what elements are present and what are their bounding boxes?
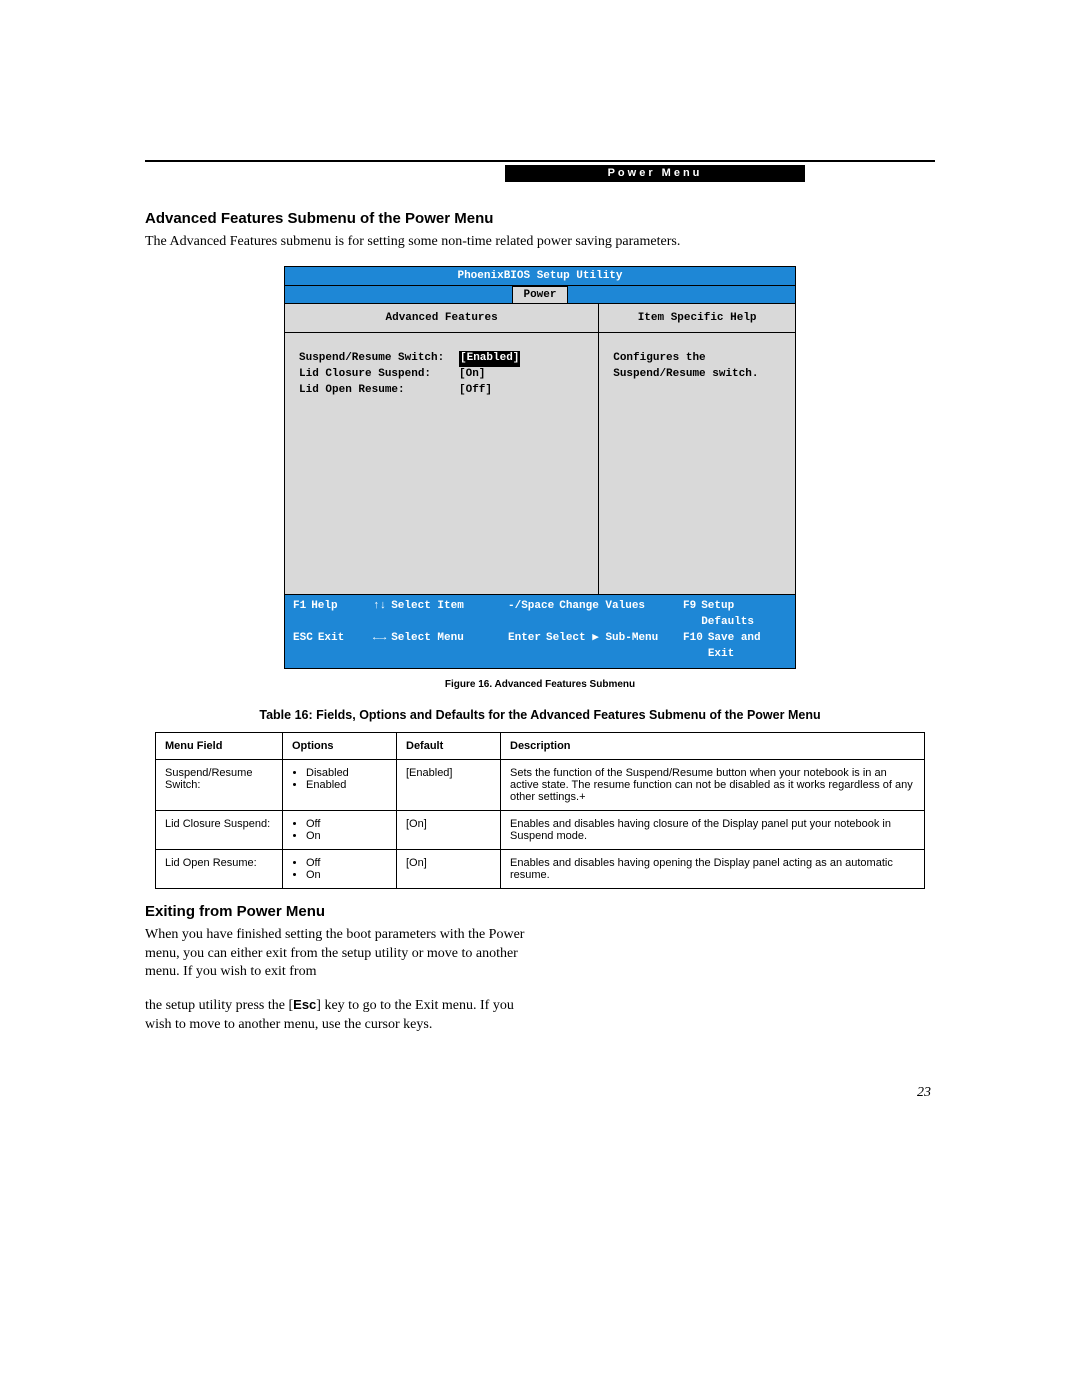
option-item: Enabled: [306, 779, 387, 791]
spec-table: Menu Field Options Default Description S…: [155, 732, 925, 889]
bios-help-text: Configures the Suspend/Resume switch.: [599, 333, 795, 594]
cell-field: Suspend/Resume Switch:: [156, 759, 283, 810]
table-caption: Table 16: Fields, Options and Defaults f…: [145, 708, 935, 722]
key-label: F1: [293, 599, 306, 631]
key-label: -/Space: [508, 599, 554, 631]
key-label: ←→: [373, 631, 386, 663]
exit-paragraph-1: When you have finished setting the boot …: [145, 926, 535, 983]
bios-left-pane: Advanced Features Suspend/Resume Switch:…: [285, 304, 599, 594]
cell-default: [On]: [397, 849, 501, 888]
table-row: Lid Open Resume: Off On [On] Enables and…: [156, 849, 925, 888]
option-item: On: [306, 869, 387, 881]
exit-paragraph-2: the setup utility press the [Esc] key to…: [145, 996, 535, 1035]
option-item: Off: [306, 818, 387, 830]
section-paragraph: The Advanced Features submenu is for set…: [145, 233, 935, 252]
help-line: Configures the: [613, 351, 781, 367]
bios-main: Advanced Features Suspend/Resume Switch:…: [285, 304, 795, 594]
cell-description: Enables and disables having opening the …: [501, 849, 925, 888]
section-header-bar: Power Menu: [505, 165, 805, 182]
bios-row-value: [On]: [459, 367, 485, 383]
cell-description: Enables and disables having closure of t…: [501, 810, 925, 849]
key-label: ↑↓: [373, 599, 386, 631]
bios-tab-power: Power: [512, 286, 567, 303]
key-label: F10: [683, 631, 703, 663]
exit-p2-a: the setup utility press the [: [145, 998, 293, 1013]
key-action: Select Item: [391, 599, 464, 631]
th-field: Menu Field: [156, 732, 283, 759]
page: Power Menu Advanced Features Submenu of …: [145, 160, 935, 1101]
figure-caption: Figure 16. Advanced Features Submenu: [145, 679, 935, 690]
bios-footer-row: F1Help ↑↓Select Item -/SpaceChange Value…: [293, 599, 787, 631]
page-number: 23: [145, 1085, 935, 1101]
option-item: Off: [306, 857, 387, 869]
table-row: Lid Closure Suspend: Off On [On] Enables…: [156, 810, 925, 849]
key-action: Exit: [318, 631, 344, 663]
key-action: Select Menu: [391, 631, 464, 663]
bios-tabs: Power: [285, 286, 795, 304]
th-options: Options: [283, 732, 397, 759]
top-rule: [145, 160, 935, 162]
bios-row-label: Suspend/Resume Switch:: [299, 351, 459, 367]
cell-options: Off On: [283, 810, 397, 849]
help-line: Suspend/Resume switch.: [613, 367, 781, 383]
key-action: Save and Exit: [708, 631, 787, 663]
bios-footer-row: ESCExit ←→Select Menu EnterSelect ▶ Sub-…: [293, 631, 787, 663]
cell-default: [Enabled]: [397, 759, 501, 810]
table-header-row: Menu Field Options Default Description: [156, 732, 925, 759]
cell-options: Off On: [283, 849, 397, 888]
key-action: Change Values: [559, 599, 645, 631]
section-heading: Advanced Features Submenu of the Power M…: [145, 210, 935, 227]
bios-left-header: Advanced Features: [285, 304, 598, 333]
bios-screenshot: PhoenixBIOS Setup Utility Power Advanced…: [284, 266, 796, 669]
cell-field: Lid Open Resume:: [156, 849, 283, 888]
bios-right-header: Item Specific Help: [599, 304, 795, 333]
bios-title: PhoenixBIOS Setup Utility: [285, 267, 795, 286]
key-label: Enter: [508, 631, 541, 663]
bios-row: Lid Open Resume: [Off]: [299, 383, 584, 399]
bios-right-pane: Item Specific Help Configures the Suspen…: [599, 304, 795, 594]
key-action: Select ▶ Sub-Menu: [546, 631, 658, 663]
option-item: On: [306, 830, 387, 842]
key-label: ESC: [293, 631, 313, 663]
th-description: Description: [501, 732, 925, 759]
bios-settings: Suspend/Resume Switch: [Enabled] Lid Clo…: [285, 333, 598, 594]
key-action: Help: [311, 599, 337, 631]
bios-row-label: Lid Open Resume:: [299, 383, 459, 399]
cell-options: Disabled Enabled: [283, 759, 397, 810]
option-item: Disabled: [306, 767, 387, 779]
bios-row: Suspend/Resume Switch: [Enabled]: [299, 351, 584, 367]
table-row: Suspend/Resume Switch: Disabled Enabled …: [156, 759, 925, 810]
bios-footer: F1Help ↑↓Select Item -/SpaceChange Value…: [285, 594, 795, 668]
bios-row: Lid Closure Suspend: [On]: [299, 367, 584, 383]
bios-row-label: Lid Closure Suspend:: [299, 367, 459, 383]
cell-default: [On]: [397, 810, 501, 849]
th-default: Default: [397, 732, 501, 759]
bios-row-value: [Enabled]: [459, 351, 520, 367]
bios-row-value: [Off]: [459, 383, 492, 399]
cell-field: Lid Closure Suspend:: [156, 810, 283, 849]
exit-block: Exiting from Power Menu When you have fi…: [145, 903, 535, 1035]
exit-heading: Exiting from Power Menu: [145, 903, 535, 920]
esc-key-label: Esc: [293, 997, 316, 1012]
key-label: F9: [683, 599, 696, 631]
key-action: Setup Defaults: [701, 599, 787, 631]
cell-description: Sets the function of the Suspend/Resume …: [501, 759, 925, 810]
